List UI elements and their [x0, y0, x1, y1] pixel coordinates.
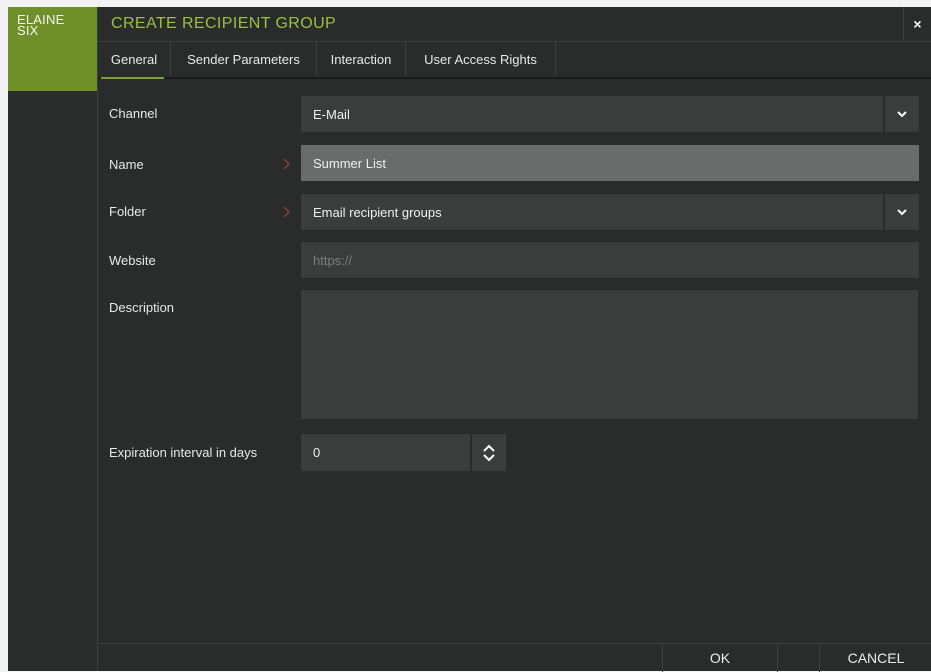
tab-bar: General Sender Parameters Interaction Us…	[98, 41, 931, 79]
folder-label: Folder	[109, 204, 146, 219]
website-label: Website	[109, 253, 156, 268]
expiration-input[interactable]: 0	[301, 434, 470, 471]
expiration-label: Expiration interval in days	[109, 445, 258, 460]
folder-select[interactable]: Email recipient groups	[301, 194, 919, 230]
dialog-titlebar: CREATE RECIPIENT GROUP ×	[98, 7, 931, 41]
dialog-title: CREATE RECIPIENT GROUP	[111, 15, 337, 32]
app-sidebar: ELAINE SIX	[8, 7, 97, 671]
elaine-six-logo[interactable]: ELAINE SIX	[8, 7, 97, 91]
channel-label: Channel	[109, 106, 158, 121]
close-icon: ×	[913, 16, 922, 32]
name-label: Name	[109, 157, 144, 172]
tab-user-access-rights[interactable]: User Access Rights	[406, 42, 556, 76]
dialog-footer: OK CANCEL	[98, 643, 931, 672]
footer-spacer	[777, 644, 819, 672]
tab-sender-parameters[interactable]: Sender Parameters	[171, 42, 317, 76]
create-recipient-group-dialog: CREATE RECIPIENT GROUP × General Sender …	[97, 7, 931, 672]
chevron-down-icon	[897, 110, 907, 117]
ok-button[interactable]: OK	[662, 644, 777, 672]
description-textarea[interactable]	[301, 290, 918, 419]
description-label: Description	[109, 300, 175, 315]
close-button[interactable]: ×	[903, 7, 931, 41]
channel-value: E-Mail	[313, 106, 350, 122]
folder-dropdown-button[interactable]	[883, 194, 919, 230]
folder-value: Email recipient groups	[313, 204, 442, 220]
tab-interaction[interactable]: Interaction	[317, 42, 406, 76]
name-input[interactable]: Summer List	[301, 145, 919, 181]
cancel-button[interactable]: CANCEL	[819, 644, 931, 672]
required-marker-icon	[283, 158, 291, 170]
chevron-up-icon[interactable]	[483, 444, 495, 452]
chevron-down-icon[interactable]	[483, 453, 495, 462]
required-marker-icon	[283, 206, 291, 218]
website-placeholder: https://	[313, 252, 353, 268]
name-value: Summer List	[313, 155, 386, 171]
chevron-down-icon	[897, 208, 907, 215]
expiration-stepper[interactable]	[470, 434, 506, 471]
channel-select[interactable]: E-Mail	[301, 96, 919, 132]
tab-general[interactable]: General	[98, 42, 171, 79]
expiration-value: 0	[313, 445, 321, 460]
website-input[interactable]: https://	[301, 242, 919, 278]
channel-dropdown-button[interactable]	[883, 96, 919, 132]
